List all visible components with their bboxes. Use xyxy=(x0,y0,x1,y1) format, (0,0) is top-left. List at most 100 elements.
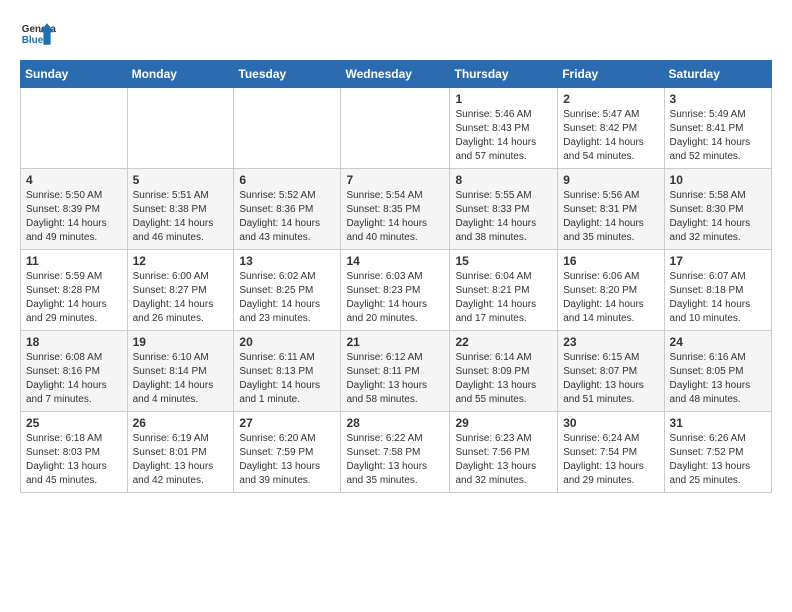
day-number: 20 xyxy=(239,335,335,349)
day-info: Sunrise: 6:26 AM Sunset: 7:52 PM Dayligh… xyxy=(670,432,766,488)
day-info: Sunrise: 5:46 AM Sunset: 8:43 PM Dayligh… xyxy=(455,108,552,164)
day-cell xyxy=(341,88,450,169)
weekday-header-wednesday: Wednesday xyxy=(341,61,450,88)
day-info: Sunrise: 6:08 AM Sunset: 8:16 PM Dayligh… xyxy=(26,351,122,407)
day-number: 9 xyxy=(563,173,658,187)
weekday-header-tuesday: Tuesday xyxy=(234,61,341,88)
day-cell: 24 Sunrise: 6:16 AM Sunset: 8:05 PM Dayli… xyxy=(664,331,771,412)
day-number: 3 xyxy=(670,92,766,106)
day-cell: 10 Sunrise: 5:58 AM Sunset: 8:30 PM Dayli… xyxy=(664,169,771,250)
day-cell: 2 Sunrise: 5:47 AM Sunset: 8:42 PM Daylig… xyxy=(558,88,664,169)
day-info: Sunrise: 6:03 AM Sunset: 8:23 PM Dayligh… xyxy=(346,270,444,326)
day-cell: 22 Sunrise: 6:14 AM Sunset: 8:09 PM Dayli… xyxy=(450,331,558,412)
day-number: 18 xyxy=(26,335,122,349)
week-row-4: 18 Sunrise: 6:08 AM Sunset: 8:16 PM Dayli… xyxy=(21,331,772,412)
day-info: Sunrise: 5:47 AM Sunset: 8:42 PM Dayligh… xyxy=(563,108,658,164)
day-cell xyxy=(234,88,341,169)
page-header: General Blue xyxy=(20,16,772,52)
day-info: Sunrise: 6:12 AM Sunset: 8:11 PM Dayligh… xyxy=(346,351,444,407)
day-cell: 13 Sunrise: 6:02 AM Sunset: 8:25 PM Dayli… xyxy=(234,250,341,331)
day-cell: 11 Sunrise: 5:59 AM Sunset: 8:28 PM Dayli… xyxy=(21,250,128,331)
day-info: Sunrise: 6:04 AM Sunset: 8:21 PM Dayligh… xyxy=(455,270,552,326)
day-info: Sunrise: 6:14 AM Sunset: 8:09 PM Dayligh… xyxy=(455,351,552,407)
day-number: 10 xyxy=(670,173,766,187)
day-cell: 12 Sunrise: 6:00 AM Sunset: 8:27 PM Dayli… xyxy=(127,250,234,331)
day-number: 12 xyxy=(133,254,229,268)
day-info: Sunrise: 6:24 AM Sunset: 7:54 PM Dayligh… xyxy=(563,432,658,488)
day-info: Sunrise: 6:16 AM Sunset: 8:05 PM Dayligh… xyxy=(670,351,766,407)
day-number: 24 xyxy=(670,335,766,349)
day-cell: 8 Sunrise: 5:55 AM Sunset: 8:33 PM Daylig… xyxy=(450,169,558,250)
day-cell: 16Sunrise: 6:06 AM Sunset: 8:20 PM Dayli… xyxy=(558,250,664,331)
weekday-header-friday: Friday xyxy=(558,61,664,88)
day-number: 31 xyxy=(670,416,766,430)
day-cell: 3 Sunrise: 5:49 AM Sunset: 8:41 PM Daylig… xyxy=(664,88,771,169)
day-cell: 14 Sunrise: 6:03 AM Sunset: 8:23 PM Dayli… xyxy=(341,250,450,331)
day-cell: 23Sunrise: 6:15 AM Sunset: 8:07 PM Dayli… xyxy=(558,331,664,412)
day-cell xyxy=(127,88,234,169)
day-cell: 21 Sunrise: 6:12 AM Sunset: 8:11 PM Dayli… xyxy=(341,331,450,412)
day-info: Sunrise: 5:49 AM Sunset: 8:41 PM Dayligh… xyxy=(670,108,766,164)
day-info: Sunrise: 5:59 AM Sunset: 8:28 PM Dayligh… xyxy=(26,270,122,326)
logo-icon: General Blue xyxy=(20,16,56,52)
day-number: 8 xyxy=(455,173,552,187)
day-number: 1 xyxy=(455,92,552,106)
weekday-header-saturday: Saturday xyxy=(664,61,771,88)
day-info: Sunrise: 6:23 AM Sunset: 7:56 PM Dayligh… xyxy=(455,432,552,488)
day-number: 6 xyxy=(239,173,335,187)
day-cell: 6 Sunrise: 5:52 AM Sunset: 8:36 PM Daylig… xyxy=(234,169,341,250)
day-info: Sunrise: 6:11 AM Sunset: 8:13 PM Dayligh… xyxy=(239,351,335,407)
day-info: Sunrise: 5:52 AM Sunset: 8:36 PM Dayligh… xyxy=(239,189,335,245)
day-number: 11 xyxy=(26,254,122,268)
day-cell: 19 Sunrise: 6:10 AM Sunset: 8:14 PM Dayli… xyxy=(127,331,234,412)
day-cell: 30 Sunrise: 6:24 AM Sunset: 7:54 PM Dayli… xyxy=(558,412,664,493)
calendar-table: SundayMondayTuesdayWednesdayThursdayFrid… xyxy=(20,60,772,493)
day-cell: 27Sunrise: 6:20 AM Sunset: 7:59 PM Dayli… xyxy=(234,412,341,493)
day-number: 5 xyxy=(133,173,229,187)
day-number: 21 xyxy=(346,335,444,349)
day-info: Sunrise: 6:22 AM Sunset: 7:58 PM Dayligh… xyxy=(346,432,444,488)
day-number: 7 xyxy=(346,173,444,187)
day-info: Sunrise: 5:58 AM Sunset: 8:30 PM Dayligh… xyxy=(670,189,766,245)
day-number: 13 xyxy=(239,254,335,268)
day-number: 2 xyxy=(563,92,658,106)
week-row-1: 1 Sunrise: 5:46 AM Sunset: 8:43 PM Daylig… xyxy=(21,88,772,169)
day-number: 27 xyxy=(239,416,335,430)
day-cell: 7 Sunrise: 5:54 AM Sunset: 8:35 PM Daylig… xyxy=(341,169,450,250)
day-info: Sunrise: 5:50 AM Sunset: 8:39 PM Dayligh… xyxy=(26,189,122,245)
day-info: Sunrise: 6:02 AM Sunset: 8:25 PM Dayligh… xyxy=(239,270,335,326)
day-number: 4 xyxy=(26,173,122,187)
day-number: 14 xyxy=(346,254,444,268)
day-number: 22 xyxy=(455,335,552,349)
day-info: Sunrise: 6:06 AM Sunset: 8:20 PM Dayligh… xyxy=(563,270,658,326)
day-number: 19 xyxy=(133,335,229,349)
week-row-5: 25 Sunrise: 6:18 AM Sunset: 8:03 PM Dayli… xyxy=(21,412,772,493)
day-number: 15 xyxy=(455,254,552,268)
day-number: 30 xyxy=(563,416,658,430)
day-cell: 4 Sunrise: 5:50 AM Sunset: 8:39 PM Daylig… xyxy=(21,169,128,250)
day-number: 25 xyxy=(26,416,122,430)
day-info: Sunrise: 6:07 AM Sunset: 8:18 PM Dayligh… xyxy=(670,270,766,326)
day-number: 26 xyxy=(133,416,229,430)
day-info: Sunrise: 6:19 AM Sunset: 8:01 PM Dayligh… xyxy=(133,432,229,488)
day-info: Sunrise: 6:10 AM Sunset: 8:14 PM Dayligh… xyxy=(133,351,229,407)
day-cell: 25 Sunrise: 6:18 AM Sunset: 8:03 PM Dayli… xyxy=(21,412,128,493)
day-number: 28 xyxy=(346,416,444,430)
day-cell: 18 Sunrise: 6:08 AM Sunset: 8:16 PM Dayli… xyxy=(21,331,128,412)
weekday-header-row: SundayMondayTuesdayWednesdayThursdayFrid… xyxy=(21,61,772,88)
weekday-header-thursday: Thursday xyxy=(450,61,558,88)
day-info: Sunrise: 5:54 AM Sunset: 8:35 PM Dayligh… xyxy=(346,189,444,245)
day-cell xyxy=(21,88,128,169)
svg-text:Blue: Blue xyxy=(22,35,44,46)
day-cell: 31 Sunrise: 6:26 AM Sunset: 7:52 PM Dayli… xyxy=(664,412,771,493)
day-cell: 28 Sunrise: 6:22 AM Sunset: 7:58 PM Dayli… xyxy=(341,412,450,493)
day-cell: 9Sunrise: 5:56 AM Sunset: 8:31 PM Daylig… xyxy=(558,169,664,250)
day-info: Sunrise: 6:00 AM Sunset: 8:27 PM Dayligh… xyxy=(133,270,229,326)
weekday-header-sunday: Sunday xyxy=(21,61,128,88)
day-info: Sunrise: 6:18 AM Sunset: 8:03 PM Dayligh… xyxy=(26,432,122,488)
day-number: 29 xyxy=(455,416,552,430)
week-row-3: 11 Sunrise: 5:59 AM Sunset: 8:28 PM Dayli… xyxy=(21,250,772,331)
logo: General Blue xyxy=(20,16,56,52)
day-info: Sunrise: 5:55 AM Sunset: 8:33 PM Dayligh… xyxy=(455,189,552,245)
day-cell: 5Sunrise: 5:51 AM Sunset: 8:38 PM Daylig… xyxy=(127,169,234,250)
